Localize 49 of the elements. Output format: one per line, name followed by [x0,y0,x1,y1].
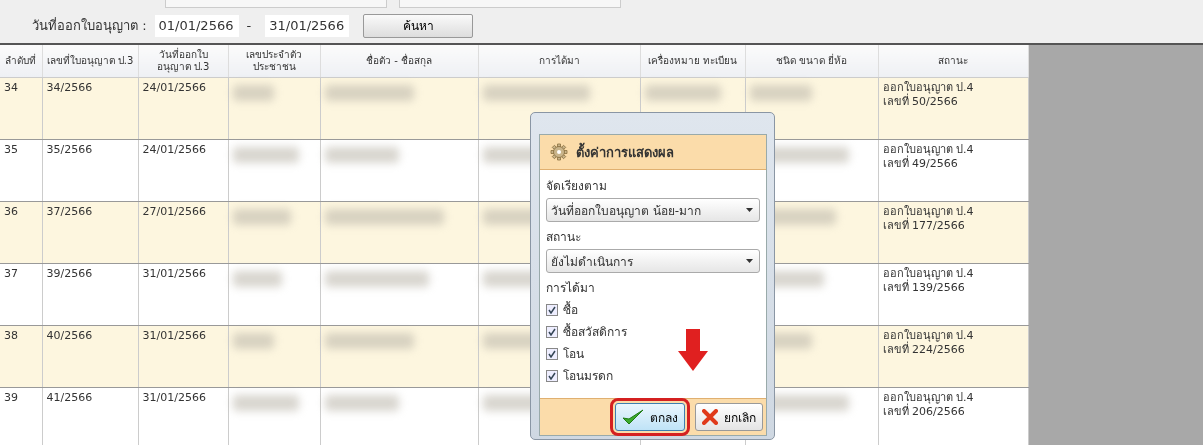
table-cell: 39/2566 [42,263,138,326]
column-header[interactable]: วันที่ออกใบ อนุญาต ป.3 [138,45,228,78]
checkbox-label: โอนมรดก [563,368,613,385]
table-cell: 38 [0,325,42,388]
table-cell: 24/01/2566 [138,77,228,140]
table-cell: ออกใบอนุญาต ป.4 เลขที่ 206/2566 [878,387,1028,445]
table-cell: 35 [0,139,42,202]
dialog-title: ตั้งค่าการแสดงผล [576,141,674,162]
column-header[interactable]: ลำดับที่ [0,45,42,78]
field-label: การได้มา [546,280,596,297]
range-separator: - [246,18,252,33]
table-cell: ออกใบอนุญาต ป.4 เลขที่ 224/2566 [878,325,1028,388]
checkbox-label: โอน [563,346,584,363]
column-header[interactable]: เลขที่ใบอนุญาต ป.3 [42,45,138,78]
table-cell: 27/01/2566 [138,201,228,264]
table-cell: 34/2566 [42,77,138,140]
checkbox-label: ซื้อ [563,300,578,319]
table-cell: 39 [0,387,42,445]
table-cell: 31/01/2566 [138,263,228,326]
field-label: สถานะ [546,229,582,246]
date-field[interactable]: 31/01/2566 [265,14,350,37]
dropdown[interactable]: วันที่ออกใบอนุญาต น้อย-มาก [546,198,760,222]
table-cell: ออกใบอนุญาต ป.4 เลขที่ 50/2566 [878,77,1028,140]
table-cell: ออกใบอนุญาต ป.4 เลขที่ 49/2566 [878,139,1028,202]
column-header[interactable]: การได้มา [478,45,640,78]
table-cell: 36 [0,201,42,264]
table-cell: 35/2566 [42,139,138,202]
table-cell: 31/01/2566 [138,325,228,388]
table-cell: ออกใบอนุญาต ป.4 เลขที่ 139/2566 [878,263,1028,326]
table-cell: 37/2566 [42,201,138,264]
column-header[interactable]: เลขประจำตัว ประชาชน [228,45,320,78]
table-cell: ออกใบอนุญาต ป.4 เลขที่ 177/2566 [878,201,1028,264]
dropdown[interactable]: ยังไม่ดำเนินการ [546,249,760,273]
table-cell: 31/01/2566 [138,387,228,445]
column-header[interactable]: ชื่อตัว - ชื่อสกุล [320,45,478,78]
table-cell: 41/2566 [42,387,138,445]
table-cell: 24/01/2566 [138,139,228,202]
table-cell: 40/2566 [42,325,138,388]
column-header[interactable]: เครื่องหมาย ทะเบียน [640,45,745,78]
column-header[interactable]: ชนิด ขนาด ยี่ห้อ [745,45,878,78]
field-label: วันที่ออกใบอนุญาต : [32,16,147,36]
table-cell: 34 [0,77,42,140]
table-cell: 37 [0,263,42,326]
date-field[interactable]: 01/01/2566 [154,14,239,37]
column-header[interactable]: สถานะ [878,45,1028,78]
cancel-button[interactable]: ยกเลิก [695,403,763,431]
search-button[interactable]: ค้นหา [363,13,474,38]
checkbox-label: ซื้อสวัสดิการ [563,322,627,341]
field-label: จัดเรียงตาม [546,178,608,195]
